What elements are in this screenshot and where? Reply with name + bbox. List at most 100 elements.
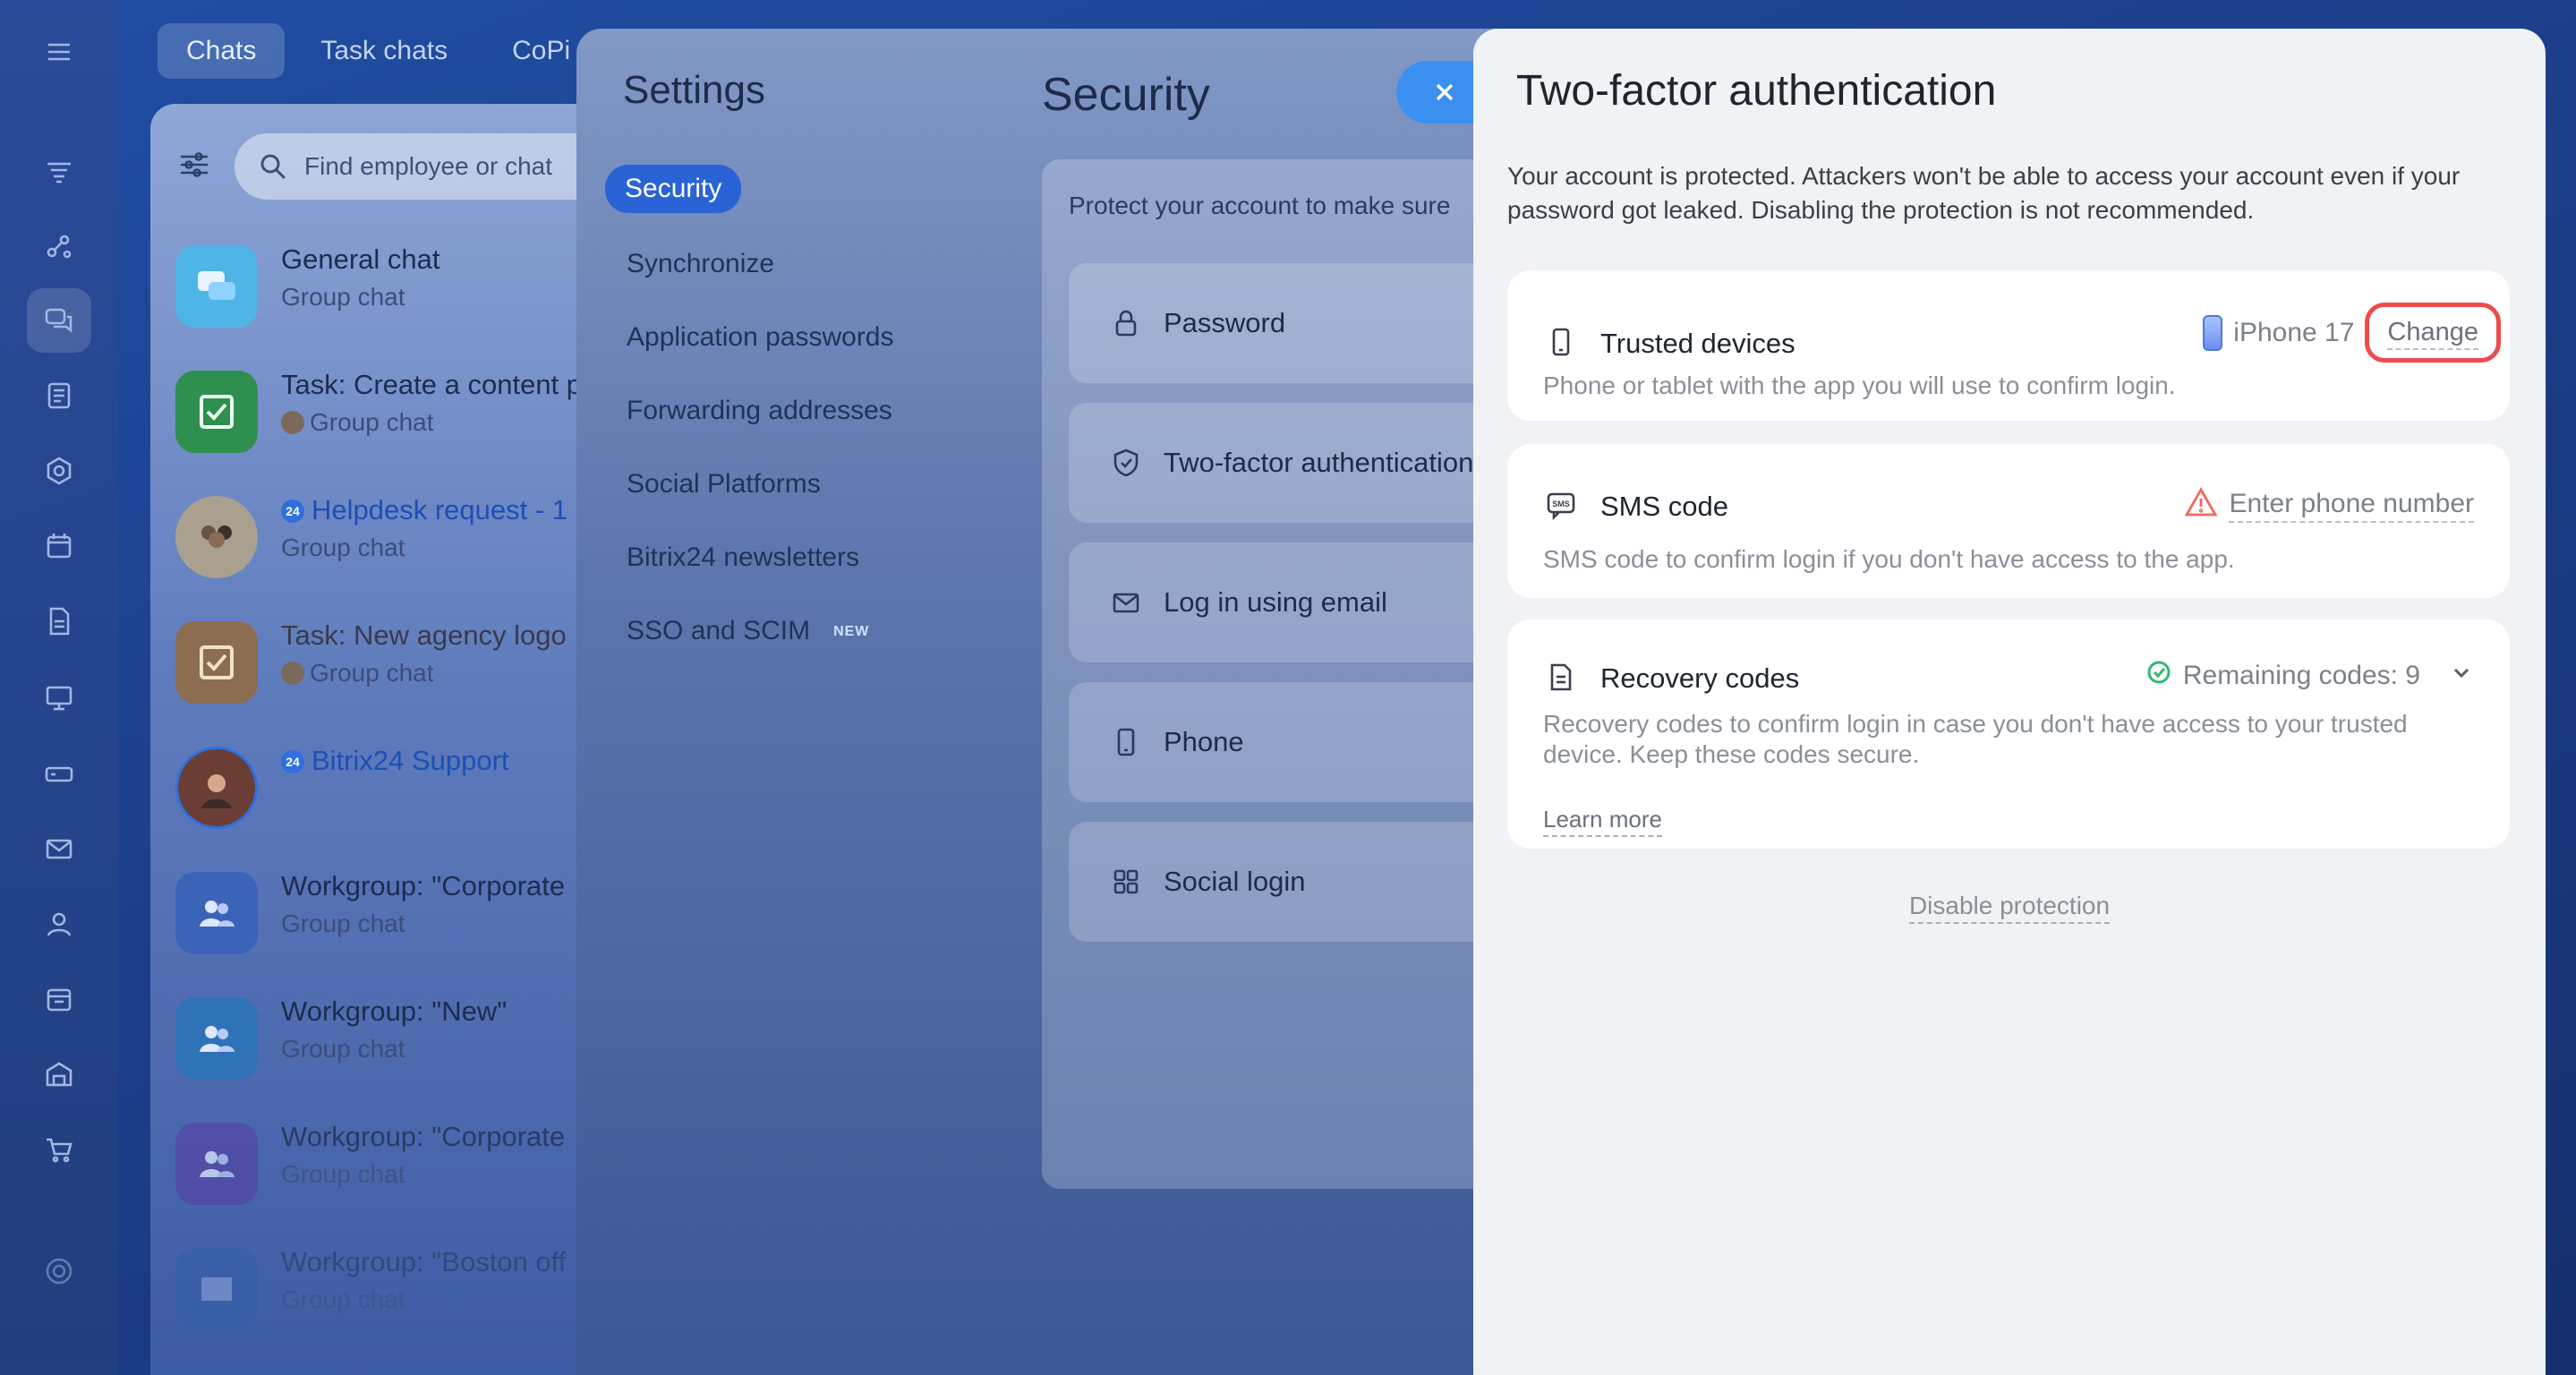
security-row-label: Password — [1164, 307, 1286, 338]
settings-panel: Settings Security Synchronize Applicatio… — [576, 29, 1534, 1375]
document-icon — [1545, 661, 1577, 697]
learn-more-link[interactable]: Learn more — [1543, 806, 1662, 837]
chat-name: Bitrix24 Support — [311, 745, 509, 776]
list-item[interactable]: General chat Group chat — [175, 235, 616, 342]
security-row-two-factor[interactable]: Two-factor authentication — [1069, 403, 1534, 523]
list-item[interactable]: Workgroup: "Boston off Group chat — [175, 1237, 616, 1345]
chat-subtitle: Group chat — [310, 408, 434, 436]
settings-nav-forwarding-addresses[interactable]: Forwarding addresses — [605, 383, 916, 439]
protection-description: Your account is protected. Attackers won… — [1507, 162, 2461, 224]
chat-name-row: 24 Bitrix24 Support — [281, 745, 509, 777]
filter-icon[interactable] — [175, 146, 213, 188]
chat-search-row: Find employee or chat — [175, 131, 616, 202]
chat-name: Task: New agency logo — [281, 619, 567, 651]
list-item[interactable]: Task: Create a content p Group chat — [175, 360, 616, 467]
menu-icon[interactable] — [27, 20, 91, 84]
warning-icon — [2184, 485, 2218, 526]
sms-code-card: SMS SMS code Enter phone number SMS code… — [1507, 444, 2510, 598]
sms-phone-action[interactable]: Enter phone number — [2184, 485, 2474, 526]
security-row-social-login[interactable]: Social login — [1069, 822, 1534, 942]
trusted-devices-card: Trusted devices iPhone 17 Change Phone o… — [1507, 270, 2510, 421]
workgroups-icon[interactable] — [27, 967, 91, 1031]
tab-task-chats[interactable]: Task chats — [292, 23, 476, 79]
chat-name: Workgroup: "Corporate — [281, 870, 566, 901]
contacts-icon[interactable] — [27, 892, 91, 956]
chat-name: Workgroup: "New" — [281, 995, 508, 1027]
workgroup-avatar — [175, 997, 258, 1080]
security-row-label: Two-factor authentication — [1164, 447, 1474, 478]
workgroup-avatar — [175, 1248, 258, 1330]
settings-nav: Security Synchronize Application passwor… — [605, 165, 916, 677]
collab-icon[interactable] — [27, 215, 91, 279]
trusted-device-info: iPhone 17 Change — [2203, 303, 2501, 363]
chevron-down-icon[interactable] — [2449, 660, 2474, 692]
settings-nav-social-platforms[interactable]: Social Platforms — [605, 457, 916, 512]
svg-text:SMS: SMS — [1552, 500, 1570, 508]
recovery-codes-status[interactable]: Remaining codes: 9 — [2145, 659, 2474, 693]
task-avatar — [175, 371, 258, 453]
chat-search-placeholder: Find employee or chat — [304, 152, 553, 180]
settings-nav-application-passwords[interactable]: Application passwords — [605, 310, 916, 365]
trusted-devices-title: Trusted devices — [1600, 328, 1796, 359]
list-item[interactable]: Workgroup: "Corporate Group chat — [175, 1112, 616, 1219]
search-icon — [260, 154, 286, 180]
security-row-password[interactable]: Password — [1069, 263, 1534, 383]
list-item[interactable]: Workgroup: "New" Group chat — [175, 986, 616, 1094]
recovery-codes-card: Recovery codes Remaining codes: 9 Recove… — [1507, 619, 2510, 849]
chat-icon[interactable] — [27, 288, 91, 353]
avatar — [281, 662, 304, 685]
board-icon[interactable] — [27, 666, 91, 730]
list-item[interactable]: 24 Bitrix24 Support — [175, 736, 616, 843]
recovery-codes-title: Recovery codes — [1600, 662, 1800, 694]
b24-badge-icon: 24 — [281, 750, 304, 773]
enter-phone-link[interactable]: Enter phone number — [2229, 489, 2474, 523]
sms-code-desc: SMS code to confirm login if you don't h… — [1543, 545, 2235, 573]
chat-subtitle: Group chat — [281, 283, 405, 311]
phone-icon — [1117, 728, 1135, 756]
new-badge: NEW — [833, 624, 870, 639]
trusted-devices-desc: Phone or tablet with the app you will us… — [1543, 372, 2176, 399]
settings-nav-synchronize[interactable]: Synchronize — [605, 236, 916, 292]
list-item[interactable]: Task: New agency logo Group chat — [175, 611, 616, 718]
hexagon-icon[interactable] — [27, 439, 91, 503]
left-rail — [0, 0, 118, 1375]
security-row-phone[interactable]: Phone — [1069, 682, 1534, 802]
drive-icon[interactable] — [27, 741, 91, 806]
change-device-button[interactable]: Change — [2365, 303, 2501, 363]
list-item[interactable]: 24 Helpdesk request - 1 Group chat — [175, 485, 616, 593]
tab-chats[interactable]: Chats — [158, 23, 286, 79]
chat-subtitle: Group chat — [281, 910, 405, 937]
tasks-icon[interactable] — [27, 363, 91, 428]
settings-nav-newsletters[interactable]: Bitrix24 newsletters — [605, 530, 916, 585]
chat-name: Helpdesk request - 1 — [311, 494, 568, 525]
cart-icon[interactable] — [27, 1117, 91, 1182]
chat-name: Task: Create a content p — [281, 369, 583, 400]
chat-subtitle: Group chat — [310, 659, 434, 687]
chat-name: General chat — [281, 243, 440, 275]
settings-nav-sso-scim[interactable]: SSO and SCIM NEW — [605, 603, 916, 659]
chat-search-input[interactable]: Find employee or chat — [235, 133, 616, 200]
feed-icon[interactable] — [27, 140, 91, 204]
mail-icon[interactable] — [27, 816, 91, 881]
page-title: Two-factor authentication — [1516, 67, 1997, 115]
close-button[interactable] — [1396, 61, 1484, 124]
settings-title: Settings — [623, 68, 765, 112]
store-icon[interactable] — [27, 1042, 91, 1106]
chat-subtitle: Group chat — [281, 1285, 405, 1313]
chat-subtitle: Group chat — [281, 1160, 405, 1188]
task-avatar — [175, 621, 258, 704]
change-device-label: Change — [2387, 318, 2478, 350]
lock-icon — [1115, 310, 1137, 337]
recovery-codes-desc: Recovery codes to confirm login in case … — [1543, 710, 2408, 768]
workgroup-avatar — [175, 872, 258, 954]
disable-protection-row: Disable protection — [1473, 892, 2546, 924]
security-row-email-login[interactable]: Log in using email — [1069, 542, 1534, 662]
settings-nav-security[interactable]: Security — [605, 165, 742, 213]
helpdesk-avatar — [175, 496, 258, 578]
disable-protection-link[interactable]: Disable protection — [1908, 892, 2111, 924]
list-item[interactable]: Workgroup: "Corporate Group chat — [175, 861, 616, 969]
settings-icon[interactable] — [27, 1239, 91, 1303]
docs-icon[interactable] — [27, 589, 91, 653]
calendar-icon[interactable] — [27, 514, 91, 578]
chat-tabs: Chats Task chats CoPi — [158, 23, 599, 79]
